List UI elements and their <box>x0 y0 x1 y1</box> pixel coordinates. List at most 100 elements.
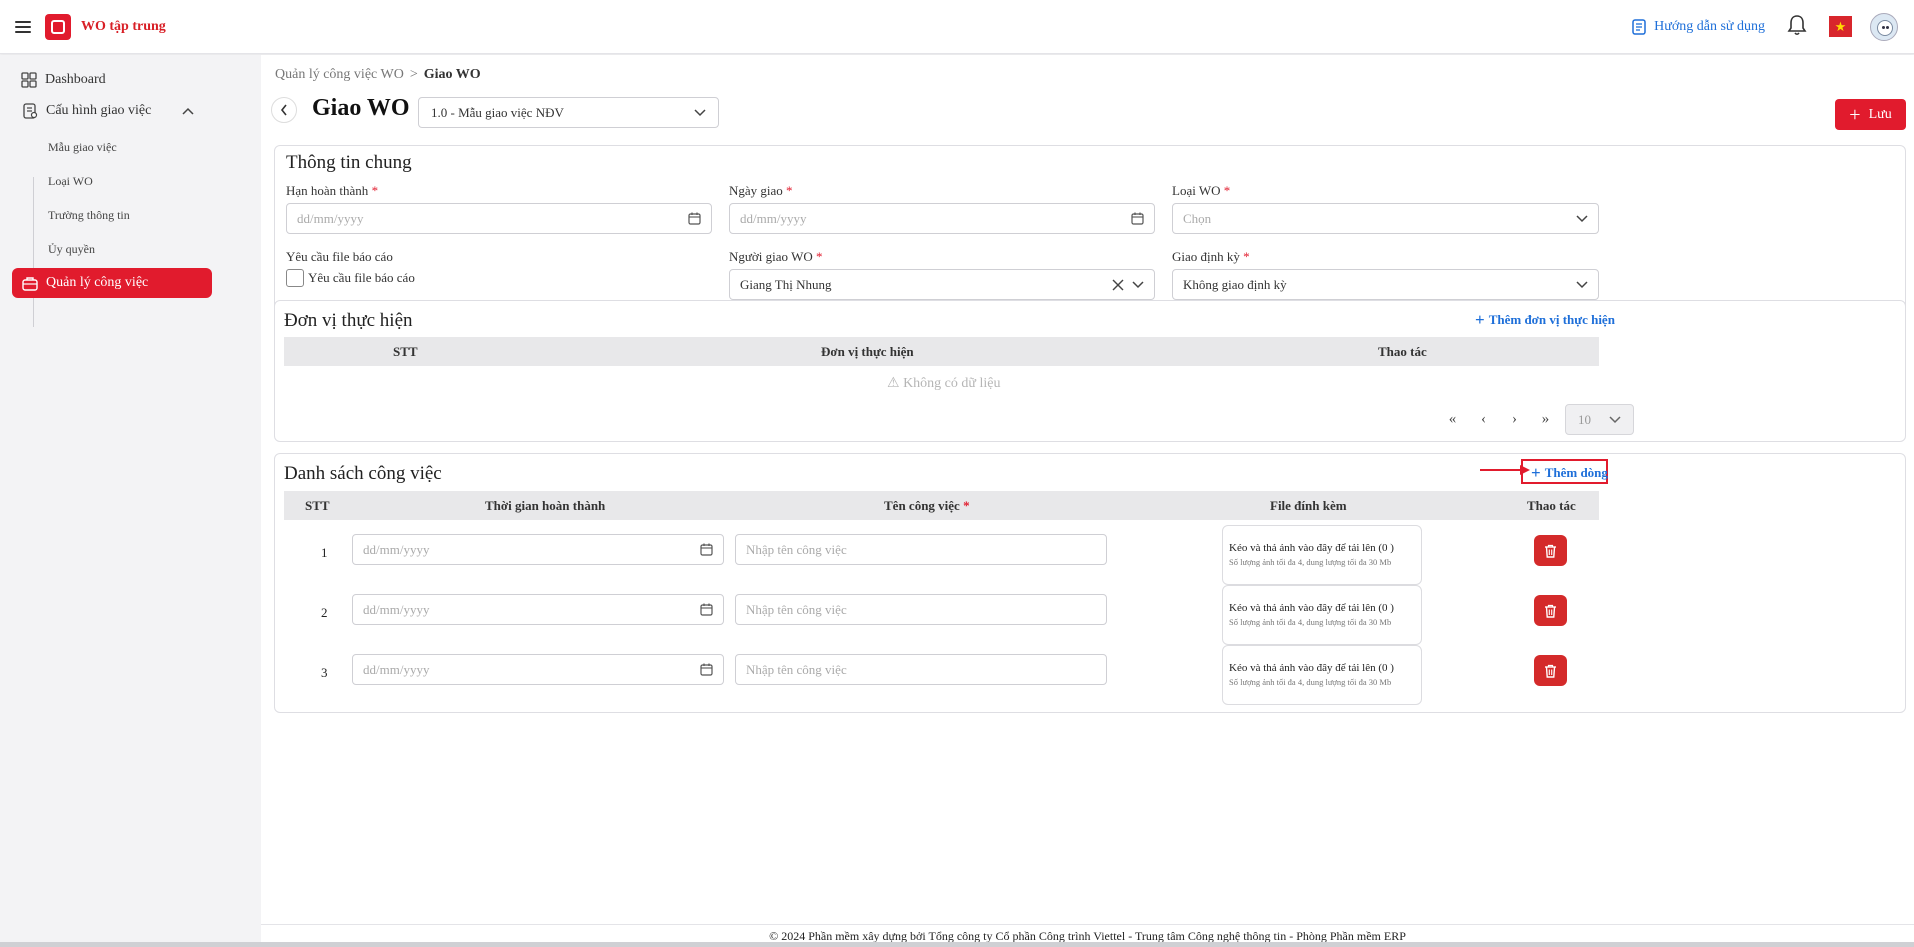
template-select-value: 1.0 - Mẫu giao việc NĐV <box>431 104 564 120</box>
add-unit-link[interactable]: + Thêm đơn vị thực hiện <box>1475 311 1615 328</box>
save-button[interactable]: + Lưu <box>1835 99 1906 130</box>
dropzone-text: Kéo và thả ảnh vào đây để tải lên (0 ) <box>1229 602 1394 614</box>
bell-icon[interactable] <box>1787 14 1807 40</box>
file-dropzone[interactable]: Kéo và thả ảnh vào đây để tải lên (0 ) S… <box>1222 585 1422 645</box>
sidebar-subitem-wo-type[interactable]: Loại WO <box>48 174 93 189</box>
task-name-input[interactable]: Nhập tên công việc <box>735 654 1107 685</box>
report-file-checkbox-label[interactable]: Yêu cầu file báo cáo <box>308 270 415 286</box>
delete-row-button[interactable] <box>1534 535 1567 566</box>
sidebar-item-dashboard[interactable]: Dashboard <box>21 72 106 88</box>
breadcrumb-separator: > <box>409 67 418 82</box>
row-stt: 3 <box>321 665 328 680</box>
page-title: Giao WO <box>312 95 410 121</box>
task-deadline-placeholder: dd/mm/yyyy <box>363 601 430 617</box>
report-file-checkbox[interactable] <box>286 269 304 287</box>
save-label: Lưu <box>1868 106 1892 122</box>
file-dropzone[interactable]: Kéo và thả ảnh vào đây để tải lên (0 ) S… <box>1222 645 1422 705</box>
grid-icon <box>21 72 37 88</box>
report-file-label: Yêu cầu file báo cáo <box>286 249 393 264</box>
units-card: Đơn vị thực hiện + Thêm đơn vị thực hiện… <box>274 300 1906 442</box>
dropzone-hint: Số lượng ảnh tối đa 4, dung lượng tối đa… <box>1229 557 1392 567</box>
calendar-icon[interactable] <box>700 543 713 556</box>
chevron-down-icon <box>694 108 706 116</box>
column-header-stt: STT <box>393 343 418 359</box>
task-name-input[interactable]: Nhập tên công việc <box>735 534 1107 565</box>
periodic-select[interactable]: Không giao định kỳ <box>1172 269 1599 300</box>
chevron-up-icon <box>182 107 194 115</box>
sidebar-item-label: Cấu hình giao việc <box>46 103 152 118</box>
deadline-input[interactable]: dd/mm/yyyy <box>286 203 712 234</box>
assign-date-placeholder: dd/mm/yyyy <box>740 210 807 226</box>
app-logo <box>45 13 71 40</box>
add-unit-label: Thêm đơn vị thực hiện <box>1488 311 1615 327</box>
sidebar-item-label: Quản lý công việc <box>46 275 149 290</box>
dropzone-text: Kéo và thả ảnh vào đây để tải lên (0 ) <box>1229 662 1394 674</box>
guide-link[interactable]: Hướng dẫn sử dụng <box>1632 19 1765 35</box>
window-bottom-edge <box>0 942 1914 947</box>
trash-icon <box>1545 544 1556 558</box>
page-size-select[interactable]: 10 <box>1565 404 1634 435</box>
briefcase-icon <box>22 276 38 291</box>
vietnam-flag-icon[interactable]: ★ <box>1829 16 1852 37</box>
general-info-card: Thông tin chung Hạn hoàn thành * dd/mm/y… <box>274 145 1906 315</box>
trash-icon <box>1545 664 1556 678</box>
column-header-actions: Thao tác <box>1527 497 1576 513</box>
breadcrumb-parent[interactable]: Quản lý công việc WO <box>275 67 404 82</box>
calendar-icon[interactable] <box>700 663 713 676</box>
units-table-header: STT Đơn vị thực hiện Thao tác <box>284 337 1599 366</box>
task-deadline-placeholder: dd/mm/yyyy <box>363 661 430 677</box>
sidebar-item-task-management[interactable]: Quản lý công việc <box>12 268 212 298</box>
sidebar-subitem-fields[interactable]: Trường thông tin <box>48 208 130 223</box>
calendar-icon[interactable] <box>700 603 713 616</box>
chevron-down-icon <box>1576 280 1588 289</box>
assigner-select[interactable]: Giang Thị Nhung <box>729 269 1155 300</box>
trash-icon <box>1545 604 1556 618</box>
breadcrumb-current: Giao WO <box>423 67 481 82</box>
deadline-label: Hạn hoàn thành * <box>286 183 379 198</box>
breadcrumb: Quản lý công việc WO > Giao WO <box>275 67 481 83</box>
template-select[interactable]: 1.0 - Mẫu giao việc NĐV <box>418 97 719 128</box>
periodic-label: Giao định kỳ * <box>1172 249 1250 264</box>
file-dropzone[interactable]: Kéo và thả ảnh vào đây để tải lên (0 ) S… <box>1222 525 1422 585</box>
last-page-icon[interactable]: » <box>1530 411 1561 428</box>
top-bar: WO tập trung Hướng dẫn sử dụng ★ <box>0 0 1914 54</box>
assign-date-input[interactable]: dd/mm/yyyy <box>729 203 1155 234</box>
wo-type-select[interactable]: Chọn <box>1172 203 1599 234</box>
task-name-input[interactable]: Nhập tên công việc <box>735 594 1107 625</box>
column-header-deadline: Thời gian hoàn thành <box>485 497 606 513</box>
plus-icon: + <box>1849 103 1861 126</box>
chevron-left-icon <box>280 104 287 116</box>
warning-icon: ⚠ <box>887 376 900 391</box>
sidebar-item-config[interactable]: Cấu hình giao việc <box>22 103 202 119</box>
calendar-icon[interactable] <box>688 212 701 225</box>
next-page-icon[interactable]: › <box>1499 411 1530 428</box>
back-button[interactable] <box>271 97 297 123</box>
delete-row-button[interactable] <box>1534 655 1567 686</box>
periodic-value: Không giao định kỳ <box>1183 276 1287 292</box>
task-name-placeholder: Nhập tên công việc <box>746 661 847 677</box>
menu-icon[interactable] <box>15 20 31 33</box>
task-deadline-input[interactable]: dd/mm/yyyy <box>352 654 724 685</box>
empty-state: ⚠ Không có dữ liệu <box>887 376 1001 391</box>
task-deadline-input[interactable]: dd/mm/yyyy <box>352 594 724 625</box>
clear-icon[interactable] <box>1112 279 1124 291</box>
sidebar-subitem-template[interactable]: Mẫu giao việc <box>48 140 117 155</box>
task-config-icon <box>23 103 38 119</box>
dropzone-hint: Số lượng ảnh tối đa 4, dung lượng tối đa… <box>1229 617 1392 627</box>
main-content: Quản lý công việc WO > Giao WO Giao WO 1.0… <box>261 55 1914 947</box>
column-header-unit: Đơn vị thực hiện <box>821 343 914 359</box>
add-row-link[interactable]: + Thêm dòng <box>1531 464 1608 481</box>
plus-icon: + <box>1531 463 1541 482</box>
tasks-card: Danh sách công việc + Thêm dòng STT Thời… <box>274 453 1906 713</box>
task-deadline-input[interactable]: dd/mm/yyyy <box>352 534 724 565</box>
prev-page-icon[interactable]: ‹ <box>1468 411 1499 428</box>
guide-label: Hướng dẫn sử dụng <box>1654 18 1765 34</box>
sidebar-subitem-delegation[interactable]: Ủy quyền <box>48 242 95 257</box>
delete-row-button[interactable] <box>1534 595 1567 626</box>
first-page-icon[interactable]: « <box>1437 411 1468 428</box>
calendar-icon[interactable] <box>1131 212 1144 225</box>
avatar[interactable] <box>1870 12 1898 41</box>
top-bar-actions: Hướng dẫn sử dụng ★ <box>1632 12 1898 41</box>
column-header-task-name: Tên công việc * <box>884 497 970 513</box>
assigner-value: Giang Thị Nhung <box>740 276 832 292</box>
